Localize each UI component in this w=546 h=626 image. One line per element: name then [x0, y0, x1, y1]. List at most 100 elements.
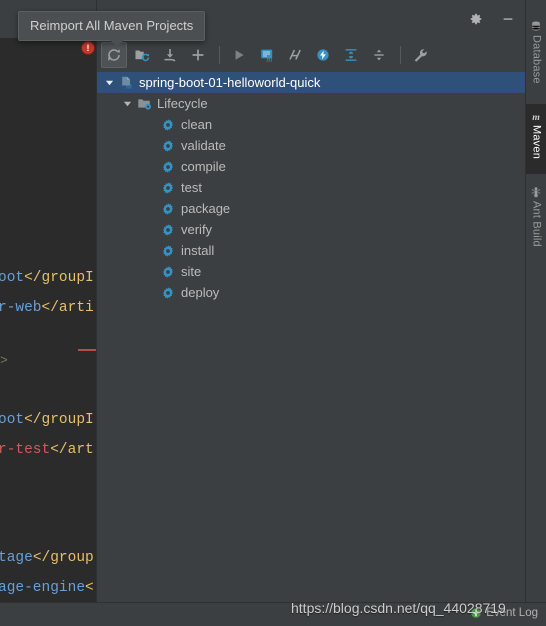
chevron-down-icon[interactable] — [121, 98, 133, 110]
maven-goal-gear-icon — [160, 264, 176, 280]
tree-row-label: compile — [181, 159, 226, 174]
tree-row[interactable]: validate — [97, 135, 527, 156]
code-token: </group — [32, 550, 94, 566]
svg-text:m: m — [126, 82, 132, 90]
ant-icon — [530, 186, 542, 198]
maven-goal-gear-icon — [160, 222, 176, 238]
maven-goal-gear-icon — [160, 138, 176, 154]
tree-twisty-placeholder — [145, 287, 157, 299]
code-token: </arti — [41, 300, 94, 316]
maven-goal-gear-icon — [160, 201, 176, 217]
code-line: r-web</arti — [0, 300, 94, 316]
event-log-button[interactable]: Event Log — [470, 607, 538, 619]
tree-row[interactable]: verify — [97, 219, 527, 240]
add-maven-project-button[interactable] — [185, 42, 211, 68]
tool-window-tab-maven[interactable]: m Maven — [526, 104, 546, 174]
toolbar-separator — [400, 46, 401, 64]
svg-text:m: m — [532, 112, 540, 122]
tree-row[interactable]: install — [97, 240, 527, 261]
run-maven-build-button[interactable] — [226, 42, 252, 68]
tree-row-label: test — [181, 180, 202, 195]
tree-row[interactable]: site — [97, 261, 527, 282]
tree-row[interactable]: deploy — [97, 282, 527, 303]
event-log-label: Event Log — [486, 607, 538, 619]
maven-project-icon: m — [118, 75, 134, 91]
wrench-icon — [412, 47, 428, 63]
tree-twisty-placeholder — [145, 245, 157, 257]
settings-gear-button[interactable] — [465, 8, 487, 30]
tree-row-label: validate — [181, 138, 226, 153]
offline-icon — [315, 47, 331, 63]
tool-window-tab-database[interactable]: Database — [526, 14, 546, 98]
tree-row-label: deploy — [181, 285, 220, 300]
code-token: oot — [0, 270, 25, 286]
tree-row[interactable]: test — [97, 177, 527, 198]
tree-row[interactable]: Lifecycle — [97, 93, 527, 114]
code-token: r-test — [0, 442, 51, 458]
maven-goal-gear-icon — [160, 117, 176, 133]
download-sources-documentation-button[interactable] — [157, 42, 183, 68]
maven-goal-gear-icon — [160, 285, 176, 301]
collapse-all-button[interactable] — [366, 42, 392, 68]
plus-icon — [190, 47, 206, 63]
tool-window-tab-label: Maven — [530, 125, 543, 160]
expand-all-button[interactable] — [338, 42, 364, 68]
tree-row[interactable]: clean — [97, 114, 527, 135]
lifecycle-folder-icon — [136, 96, 152, 112]
expand-all-icon — [343, 47, 359, 63]
tree-twisty-placeholder — [145, 266, 157, 278]
error-count-badge[interactable]: ! — [82, 42, 94, 54]
skip-tests-icon — [287, 47, 303, 63]
minimize-button[interactable] — [497, 8, 519, 30]
maven-project-tree[interactable]: m spring-boot-01-helloworld-quick Lifecycl… — [97, 72, 527, 603]
tree-row-label: install — [181, 243, 215, 258]
code-line: r-test</art — [0, 442, 94, 458]
maven-settings-button[interactable] — [407, 42, 433, 68]
code-line: age-engine< — [0, 580, 94, 596]
tree-row[interactable]: m spring-boot-01-helloworld-quick — [97, 72, 527, 93]
tree-twisty-placeholder — [145, 182, 157, 194]
maven-tool-window: m m spring-boot-01-helloworld-quick Lifecy… — [96, 0, 527, 603]
maven-goal-icon: m — [259, 47, 275, 63]
tree-row-label: Lifecycle — [157, 96, 208, 111]
tree-twisty-placeholder — [145, 161, 157, 173]
tooltip-arrow — [110, 40, 124, 47]
reimport-tooltip-label: Reimport All Maven Projects — [30, 18, 194, 33]
code-line: tage</group — [0, 550, 94, 566]
tree-twisty-placeholder — [145, 140, 157, 152]
status-bar: Event Log — [0, 602, 546, 626]
code-token: age-engine — [0, 580, 86, 596]
tree-twisty-placeholder — [145, 119, 157, 131]
folder-refresh-icon — [134, 47, 150, 63]
right-tool-window-bar: Database m Maven Ant Build — [525, 0, 546, 603]
refresh-icon — [106, 47, 122, 63]
maven-goal-gear-icon — [160, 180, 176, 196]
code-token: </group — [24, 270, 86, 286]
svg-text:m: m — [266, 55, 272, 63]
code-token: tage — [0, 550, 33, 566]
intellij-window: oot</groupI r-web</arti oot</groupI r-test<… — [0, 0, 546, 626]
tree-row-label: spring-boot-01-helloworld-quick — [139, 75, 321, 90]
database-icon — [530, 20, 542, 32]
code-editor[interactable]: oot</groupI r-web</arti oot</groupI r-test<… — [0, 38, 100, 603]
gear-icon — [470, 13, 482, 25]
toggle-skip-tests-button[interactable] — [282, 42, 308, 68]
toolbar-separator — [219, 46, 220, 64]
collapse-all-icon — [371, 47, 387, 63]
code-token: </group — [24, 412, 86, 428]
tool-window-tab-ant-build[interactable]: Ant Build — [526, 180, 546, 266]
generate-sources-update-folders-button[interactable] — [129, 42, 155, 68]
code-token: r-web — [0, 300, 42, 316]
maven-goal-gear-icon — [160, 159, 176, 175]
chevron-down-icon[interactable] — [103, 77, 115, 89]
tool-window-tab-label: Ant Build — [530, 201, 543, 247]
code-line: oot</groupI — [0, 412, 94, 428]
code-fold-marker[interactable]: > — [0, 353, 8, 368]
tree-twisty-placeholder — [145, 203, 157, 215]
tree-row-label: clean — [181, 117, 213, 132]
tree-row[interactable]: compile — [97, 156, 527, 177]
toggle-offline-mode-button[interactable] — [310, 42, 336, 68]
minimize-icon — [503, 18, 513, 20]
tree-row[interactable]: package — [97, 198, 527, 219]
execute-maven-goal-button[interactable]: m — [254, 42, 280, 68]
